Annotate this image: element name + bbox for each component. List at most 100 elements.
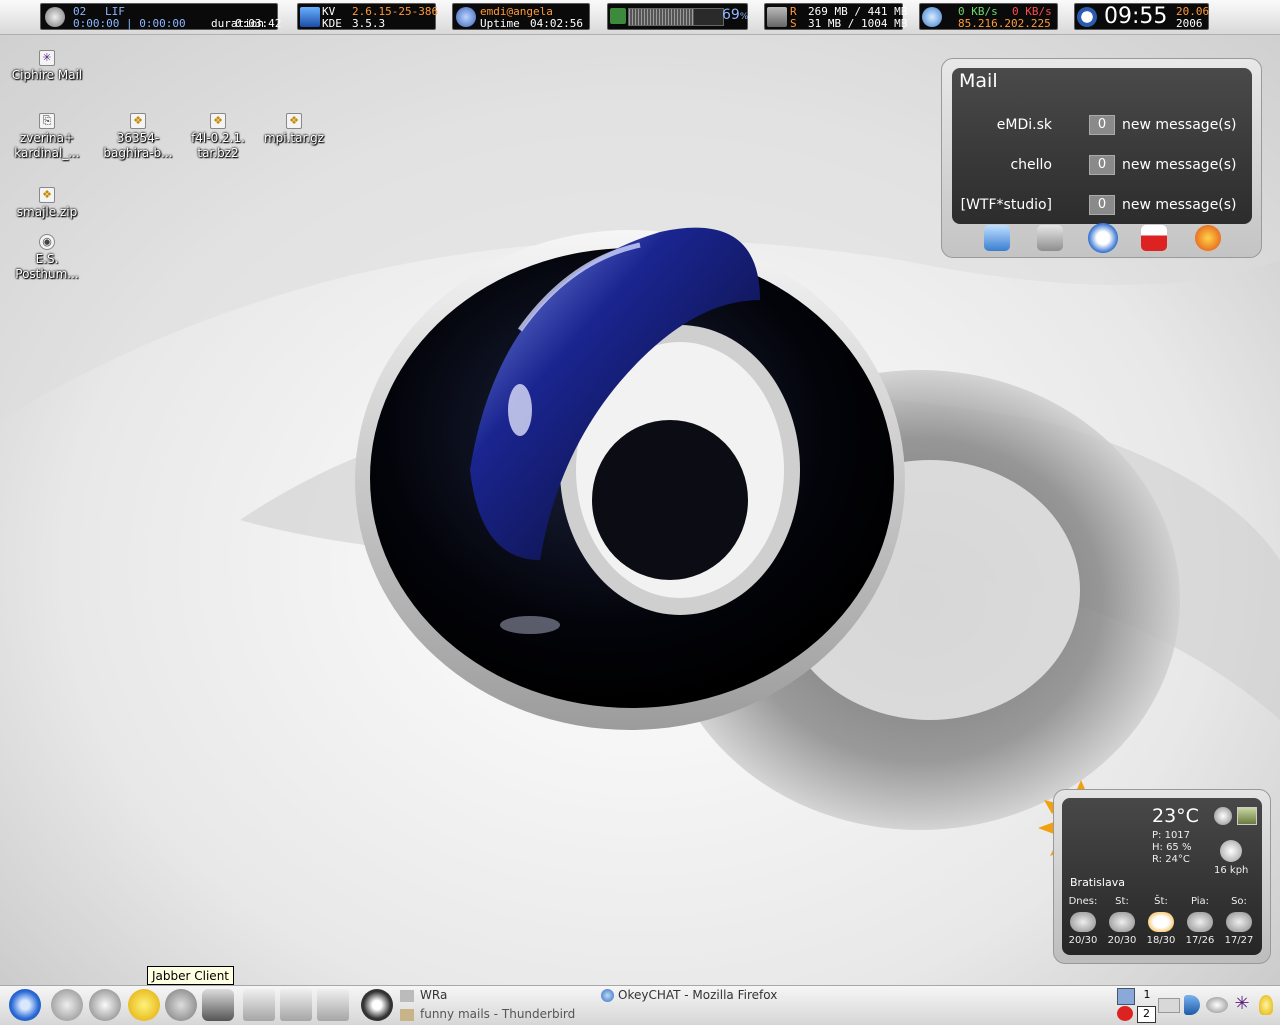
tux-icon[interactable] xyxy=(361,989,393,1021)
weather-realfeel: R: 24°C xyxy=(1152,854,1190,865)
taskbar-item-firefox[interactable]: OkeyCHAT - Mozilla Firefox xyxy=(601,988,777,1002)
weather-panel: 23°C P: 1017 H: 65 % R: 24°C 16 kph Brat… xyxy=(1062,798,1262,955)
wind-compass-icon xyxy=(1220,840,1242,862)
desktop-icon-label: 36354- xyxy=(116,131,160,145)
media-player-icon[interactable] xyxy=(165,989,197,1021)
forecast-day: St: 20/30 xyxy=(1104,896,1140,947)
kde-menu-icon[interactable] xyxy=(9,989,41,1021)
forecast-day-label: St: xyxy=(1115,896,1129,907)
mail-title: Mail xyxy=(959,70,998,92)
forecast-range: 17/26 xyxy=(1185,935,1215,946)
mail-account-row[interactable]: chello 0 new message(s) xyxy=(952,155,1252,177)
sun-cloud-icon xyxy=(1148,912,1174,932)
user-info-monitor[interactable]: emdi@angela Uptime 04:02:56 xyxy=(452,3,590,30)
bottom-panel: WRa funny mails - Thunderbird OkeyCHAT -… xyxy=(0,985,1280,1025)
computer-icon[interactable] xyxy=(984,225,1010,251)
desktop-icon-label: E.S. xyxy=(35,252,59,266)
tooltip: Jabber Client xyxy=(147,966,234,985)
forecast-day: Št: 18/30 xyxy=(1143,896,1179,947)
weather-widget: 23°C P: 1017 H: 65 % R: 24°C 16 kph Brat… xyxy=(1053,789,1271,964)
mail-count: 0 xyxy=(1089,195,1115,215)
desktop-icon-label: Ciphire Mail xyxy=(11,68,83,82)
desktop-icon-smajle[interactable]: ❖ smajle.zip xyxy=(7,187,87,220)
terminal-icon[interactable] xyxy=(202,989,234,1021)
top-panel: 02 LIF 0:00:00 | 0:00:00 duration 0:03:4… xyxy=(0,0,1280,35)
email-client-icon[interactable] xyxy=(89,989,121,1021)
forecast-range: 18/30 xyxy=(1146,935,1176,946)
music-player-monitor[interactable]: 02 LIF 0:00:00 | 0:00:00 duration 0:03:4… xyxy=(40,3,281,30)
mail-count-suffix: new message(s) xyxy=(1122,157,1237,173)
globe-icon xyxy=(922,7,942,27)
firefox-icon[interactable] xyxy=(1195,225,1221,251)
network-folders-icon[interactable] xyxy=(243,989,275,1021)
printer-icon[interactable] xyxy=(280,989,312,1021)
archive-icon: ❖ xyxy=(39,187,55,203)
desktop-label: KDE xyxy=(322,17,342,30)
cd-audio-icon: ◉ xyxy=(39,234,55,250)
mail-widget: Mail eMDi.sk 0 new message(s) chello 0 n… xyxy=(941,58,1262,258)
desktop-pager-1[interactable]: 1 xyxy=(1138,988,1156,1003)
mail-count: 0 xyxy=(1089,115,1115,135)
storm-cloud-icon xyxy=(1187,912,1213,932)
ip-address: 85.216.202.225 xyxy=(958,17,1051,30)
desktop-icon-f4l[interactable]: ❖ f4l-0.2.1. tar.bz2 xyxy=(178,113,258,161)
taskbar-item-wra[interactable]: WRa xyxy=(400,988,447,1002)
calendar-icon[interactable] xyxy=(1141,225,1167,251)
mail-account-name: chello xyxy=(1010,157,1052,173)
browser-icon[interactable] xyxy=(51,989,83,1021)
jabber-smiley-icon[interactable] xyxy=(128,989,160,1021)
desktop-pager-2[interactable]: 2 xyxy=(1137,1006,1156,1023)
mail-panel: Mail eMDi.sk 0 new message(s) chello 0 n… xyxy=(952,68,1252,224)
monitor-icon xyxy=(300,7,320,27)
desktop-icon-zverina[interactable]: ⎘ zverina+ kardinal_... xyxy=(7,113,87,161)
document-icon: ⎘ xyxy=(39,113,55,129)
mail-account-name: eMDi.sk xyxy=(996,117,1052,133)
storm-cloud-icon xyxy=(1109,912,1135,932)
mail-account-name: [WTF*studio] xyxy=(960,197,1052,213)
keyboard-icon[interactable] xyxy=(1158,998,1180,1013)
clock-monitor[interactable]: 09:55 20.06 2006 xyxy=(1074,3,1209,30)
clock-year: 2006 xyxy=(1176,17,1203,30)
cpu-monitor[interactable]: 69% xyxy=(607,3,748,30)
clock-icon xyxy=(1077,7,1097,27)
volume-icon[interactable] xyxy=(1184,995,1200,1015)
system-settings-icon[interactable] xyxy=(317,989,349,1021)
swap-usage: 31 MB / 1004 MB xyxy=(808,17,908,30)
cpu-percent: 69% xyxy=(722,7,749,23)
storm-cloud-icon xyxy=(1226,912,1252,932)
drive-icon[interactable] xyxy=(1206,997,1228,1013)
desktop-icon-label: tar.bz2 xyxy=(197,146,239,160)
forecast-day-label: So: xyxy=(1231,896,1247,907)
lightbulb-icon[interactable] xyxy=(1259,995,1273,1015)
desktop-icon-ciphire-mail[interactable]: ✳ Ciphire Mail xyxy=(7,50,87,83)
forecast-day: So: 17/27 xyxy=(1221,896,1257,947)
desktop-icon-baghira[interactable]: ❖ 36354- baghira-b... xyxy=(98,113,178,161)
firefox-icon xyxy=(601,989,614,1002)
weather-wind: 16 kph xyxy=(1214,865,1249,876)
logout-icon[interactable] xyxy=(1117,1006,1133,1021)
system-info-monitor[interactable]: KV 2.6.15-25-386 KDE 3.5.3 xyxy=(297,3,438,30)
uptime-label: Uptime xyxy=(480,17,520,30)
globe-icon[interactable] xyxy=(1214,807,1232,825)
desktop-icon-posthum[interactable]: ◉ E.S. Posthum... xyxy=(7,234,87,282)
taskbar-item-label: OkeyCHAT - Mozilla Firefox xyxy=(618,988,778,1002)
hard-drive-icon[interactable] xyxy=(1037,225,1063,251)
mail-account-row[interactable]: [WTF*studio] 0 new message(s) xyxy=(952,195,1252,217)
memory-icon xyxy=(767,7,787,27)
taskbar-item-label: funny mails - Thunderbird xyxy=(420,1007,576,1021)
email-icon[interactable] xyxy=(1088,223,1118,253)
taskbar-item-thunderbird[interactable]: funny mails - Thunderbird xyxy=(400,1007,575,1021)
lock-screen-icon[interactable] xyxy=(1117,988,1135,1005)
archive-icon: ❖ xyxy=(210,113,226,129)
desktop-icon-mpi[interactable]: ❖ mpi.tar.gz xyxy=(254,113,334,146)
memory-monitor[interactable]: R 269 MB / 441 MB S 31 MB / 1004 MB xyxy=(764,3,907,30)
ciphire-tray-icon[interactable]: ✳ xyxy=(1232,994,1252,1014)
forecast-day: Pia: 17/26 xyxy=(1182,896,1218,947)
desktop-icon-label: smajle.zip xyxy=(16,205,78,219)
music-note-icon xyxy=(45,7,65,27)
user-icon xyxy=(456,7,476,27)
network-monitor[interactable]: 0 KB/s 0 KB/s 85.216.202.225 xyxy=(919,3,1058,30)
archive-icon: ❖ xyxy=(130,113,146,129)
map-icon[interactable] xyxy=(1237,807,1257,825)
mail-account-row[interactable]: eMDi.sk 0 new message(s) xyxy=(952,115,1252,137)
